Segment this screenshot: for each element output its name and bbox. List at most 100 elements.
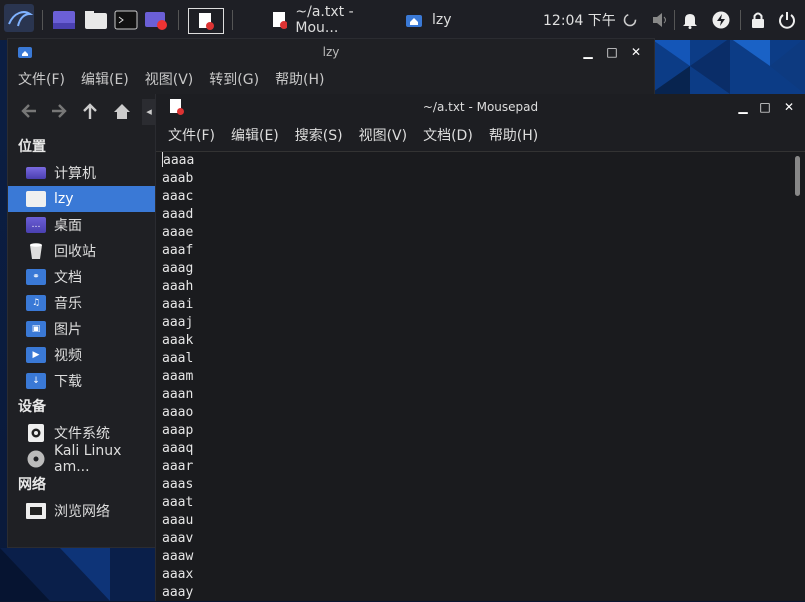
editor-line: aaae (162, 224, 194, 242)
network-icon (26, 503, 46, 519)
editor-line: aaac (162, 188, 194, 206)
lock-screen-button[interactable] (750, 8, 766, 32)
menu-go[interactable]: 转到(G) (209, 69, 259, 89)
sidebar-item-computer[interactable]: 计算机 (8, 160, 156, 186)
status-spinner (622, 8, 638, 32)
mousepad-titlebar[interactable]: ~/a.txt - Mousepad ▁ □ ✕ (156, 94, 805, 120)
editor-line: aaak (162, 332, 194, 350)
show-desktop-button[interactable] (52, 8, 76, 32)
menu-file[interactable]: 文件(F) (18, 69, 65, 89)
editor-line-text: aaad (162, 207, 194, 222)
mousepad-icon (199, 13, 214, 30)
editor-line-text: aaav (162, 531, 194, 546)
sidebar-item-desktop[interactable]: … 桌面 (8, 212, 156, 238)
menu-view[interactable]: 视图(V) (359, 125, 408, 145)
sidebar-heading-devices: 设备 (18, 399, 46, 415)
sidebar-item-music[interactable]: ♫ 音乐 (8, 290, 156, 316)
minimize-button[interactable]: ▁ (578, 39, 598, 65)
sidebar-item-label: 下载 (54, 374, 82, 390)
editor-line: aaad (162, 206, 194, 224)
editor-line: aaar (162, 458, 194, 476)
window-title: ~/a.txt - Mousepad (422, 100, 539, 114)
sidebar-item-label: 浏览网络 (54, 504, 110, 520)
editor-line: aaaa (162, 152, 194, 170)
minimize-button[interactable]: ▁ (733, 94, 753, 120)
sidebar-item-label: 音乐 (54, 296, 82, 312)
editor-line-text: aaas (162, 477, 194, 492)
sidebar-item-label: 桌面 (54, 218, 82, 234)
editor-line-text: aaaj (162, 315, 194, 330)
kali-dragon-icon (4, 4, 34, 32)
sidebar-heading-network: 网络 (18, 477, 46, 493)
sidebar-item-label: 文档 (54, 270, 82, 286)
loading-icon (623, 13, 637, 27)
text-editor-area[interactable]: aaaa aaab aaac aaad aaae aaaf aaag aaah aaai aaaj… (156, 151, 805, 601)
power-manager-button[interactable] (712, 8, 730, 32)
maximize-button[interactable]: □ (602, 39, 622, 65)
taskbar-item-mousepad[interactable]: ~/a.txt - Mou... (272, 4, 397, 36)
home-folder-icon (26, 191, 46, 207)
file-manager-launcher[interactable] (84, 8, 108, 32)
menu-edit[interactable]: 编辑(E) (231, 125, 279, 145)
folder-home-icon (18, 47, 32, 58)
sidebar-item-trash[interactable]: 回收站 (8, 238, 156, 264)
maximize-button[interactable]: □ (755, 94, 775, 120)
top-panel: ~/a.txt - Mou... lzy 12:04 下午 (0, 0, 805, 40)
bell-icon (683, 14, 697, 29)
volume-button[interactable] (652, 8, 670, 32)
editor-line: aaah (162, 278, 194, 296)
sidebar-item-label: 文件系统 (54, 426, 110, 442)
sidebar-item-downloads[interactable]: ↓ 下载 (8, 368, 156, 394)
path-scroll-left-icon[interactable]: ◂ (142, 99, 156, 125)
mousepad-launcher[interactable] (188, 8, 224, 34)
sidebar-item-documents[interactable]: ⚭ 文档 (8, 264, 156, 290)
forward-arrow-icon[interactable] (50, 103, 68, 119)
sidebar-item-browse-network[interactable]: 浏览网络 (8, 498, 156, 524)
file-manager-titlebar[interactable]: lzy ▁ □ ✕ (8, 39, 654, 65)
editor-line-text: aaar (162, 459, 194, 474)
editor-line-text: aaaq (162, 441, 194, 456)
menu-file[interactable]: 文件(F) (168, 125, 215, 145)
folder-home-icon (406, 15, 422, 27)
menu-edit[interactable]: 编辑(E) (81, 69, 129, 89)
desktop-icon (53, 11, 75, 29)
home-icon[interactable] (112, 102, 132, 120)
taskbar-item-file-manager[interactable]: lzy (406, 8, 466, 32)
menu-help[interactable]: 帮助(H) (275, 69, 324, 89)
terminal-launcher[interactable] (114, 8, 138, 32)
editor-line-text: aaao (162, 405, 194, 420)
menu-search[interactable]: 搜索(S) (295, 125, 343, 145)
back-arrow-icon[interactable] (20, 103, 38, 119)
editor-line-text: aaay (162, 585, 194, 600)
drive-icon (26, 424, 46, 442)
editor-lines: aaaa aaab aaac aaad aaae aaaf aaag aaah aaai aaaj… (162, 152, 194, 602)
menu-view[interactable]: 视图(V) (145, 69, 194, 89)
computer-icon (26, 167, 46, 179)
sidebar-item-pictures[interactable]: ▣ 图片 (8, 316, 156, 342)
editor-line: aaao (162, 404, 194, 422)
documents-folder-icon: ⚭ (26, 269, 46, 285)
music-folder-icon: ♫ (26, 295, 46, 311)
disc-icon (26, 450, 46, 468)
menu-help[interactable]: 帮助(H) (489, 125, 538, 145)
editor-line: aaat (162, 494, 194, 512)
editor-line-text: aaat (162, 495, 194, 510)
sidebar-item-home[interactable]: lzy (8, 186, 156, 212)
screen-recorder-launcher[interactable] (144, 8, 168, 32)
sidebar-item-kali-disc[interactable]: Kali Linux am... (8, 443, 156, 475)
up-arrow-icon[interactable] (82, 102, 98, 120)
logout-button[interactable] (778, 8, 796, 32)
sidebar-item-videos[interactable]: ▶ 视频 (8, 342, 156, 368)
clock[interactable]: 12:04 下午 (543, 8, 616, 32)
editor-line: aaas (162, 476, 194, 494)
editor-line: aaay (162, 584, 194, 602)
mousepad-icon (170, 99, 184, 115)
menu-document[interactable]: 文档(D) (423, 125, 473, 145)
vertical-scrollbar[interactable] (795, 156, 800, 196)
close-button[interactable]: ✕ (626, 39, 646, 65)
kali-menu-button[interactable] (4, 4, 34, 32)
taskbar-item-label: lzy (432, 12, 452, 28)
notifications-button[interactable] (682, 8, 698, 32)
mousepad-window: ~/a.txt - Mousepad ▁ □ ✕ 文件(F) 编辑(E) 搜索(… (155, 94, 805, 601)
close-button[interactable]: ✕ (779, 94, 799, 120)
